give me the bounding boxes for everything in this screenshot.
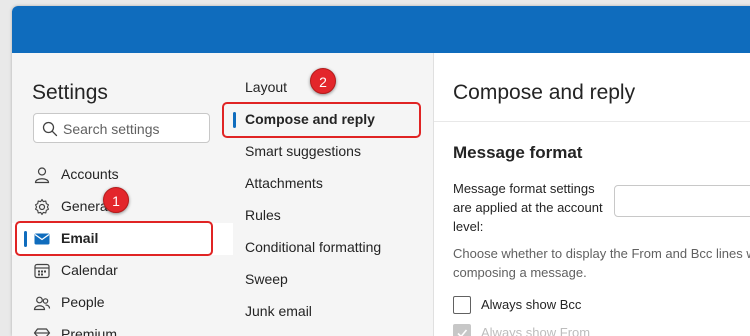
nav-item-accounts[interactable]: Accounts — [12, 159, 233, 191]
subnav-item-attachments[interactable]: Attachments — [233, 168, 433, 200]
search-icon — [42, 121, 58, 137]
checkmark-icon — [457, 329, 468, 336]
step-badge-1: 1 — [103, 187, 129, 213]
gear-icon — [34, 198, 50, 216]
subnav-item-label: Junk email — [245, 303, 312, 319]
subnav-item-conditional-formatting[interactable]: Conditional formatting — [233, 232, 433, 264]
nav-item-people[interactable]: People — [12, 287, 233, 319]
email-highlight-box — [15, 221, 213, 256]
from-bcc-description: Choose whether to display the From and B… — [453, 244, 750, 282]
description-line: Choose whether to display the From and B… — [453, 246, 750, 261]
nav-item-label: People — [61, 294, 105, 310]
checkbox-label: Always show From — [481, 325, 591, 336]
nav-item-calendar[interactable]: Calendar — [12, 255, 233, 287]
checkbox-box[interactable] — [453, 324, 471, 336]
nav-item-label: Calendar — [61, 262, 118, 278]
subnav-item-sweep[interactable]: Sweep — [233, 264, 433, 296]
checkbox-box[interactable] — [453, 296, 471, 314]
subnav-item-smart-suggestions[interactable]: Smart suggestions — [233, 136, 433, 168]
search-input[interactable]: Search settings — [33, 113, 210, 143]
nav-item-label: Premium — [61, 326, 118, 336]
top-bar — [12, 6, 750, 53]
settings-title: Settings — [32, 81, 108, 104]
search-placeholder: Search settings — [63, 121, 160, 137]
people-icon — [33, 296, 51, 311]
section-title: Message format — [453, 143, 583, 162]
person-icon — [34, 167, 50, 184]
compose-highlight-box — [222, 102, 421, 138]
message-format-select[interactable] — [614, 185, 750, 217]
message-format-label: Message format settings are applied at t… — [453, 181, 603, 234]
nav-item-premium[interactable]: Premium — [12, 319, 233, 336]
compose-and-reply-panel: Compose and reply Message format Message… — [434, 53, 750, 336]
subnav-item-label: Sweep — [245, 271, 288, 287]
checkbox-label: Always show Bcc — [481, 297, 582, 312]
subnav-item-rules[interactable]: Rules — [233, 200, 433, 232]
description-line: composing a message. — [453, 265, 587, 280]
subnav-item-label: Smart suggestions — [245, 143, 361, 159]
panel-title: Compose and reply — [453, 81, 636, 104]
diamond-icon — [33, 328, 51, 336]
subnav-item-junk-email[interactable]: Junk email — [233, 296, 433, 328]
step-badge-2: 2 — [310, 68, 336, 94]
nav-item-label: Accounts — [61, 166, 119, 182]
calendar-icon — [34, 263, 50, 279]
subnav-item-label: Layout — [245, 79, 288, 95]
subnav-item-label: Attachments — [245, 175, 323, 191]
divider — [434, 121, 750, 122]
email-subnav-pane: Layout Compose and reply Smart suggestio… — [233, 53, 434, 336]
settings-window: Settings Search settings Accounts Genera… — [12, 6, 750, 336]
subnav-item-label: Rules — [245, 207, 281, 223]
subnav-item-label: Conditional formatting — [245, 239, 382, 255]
